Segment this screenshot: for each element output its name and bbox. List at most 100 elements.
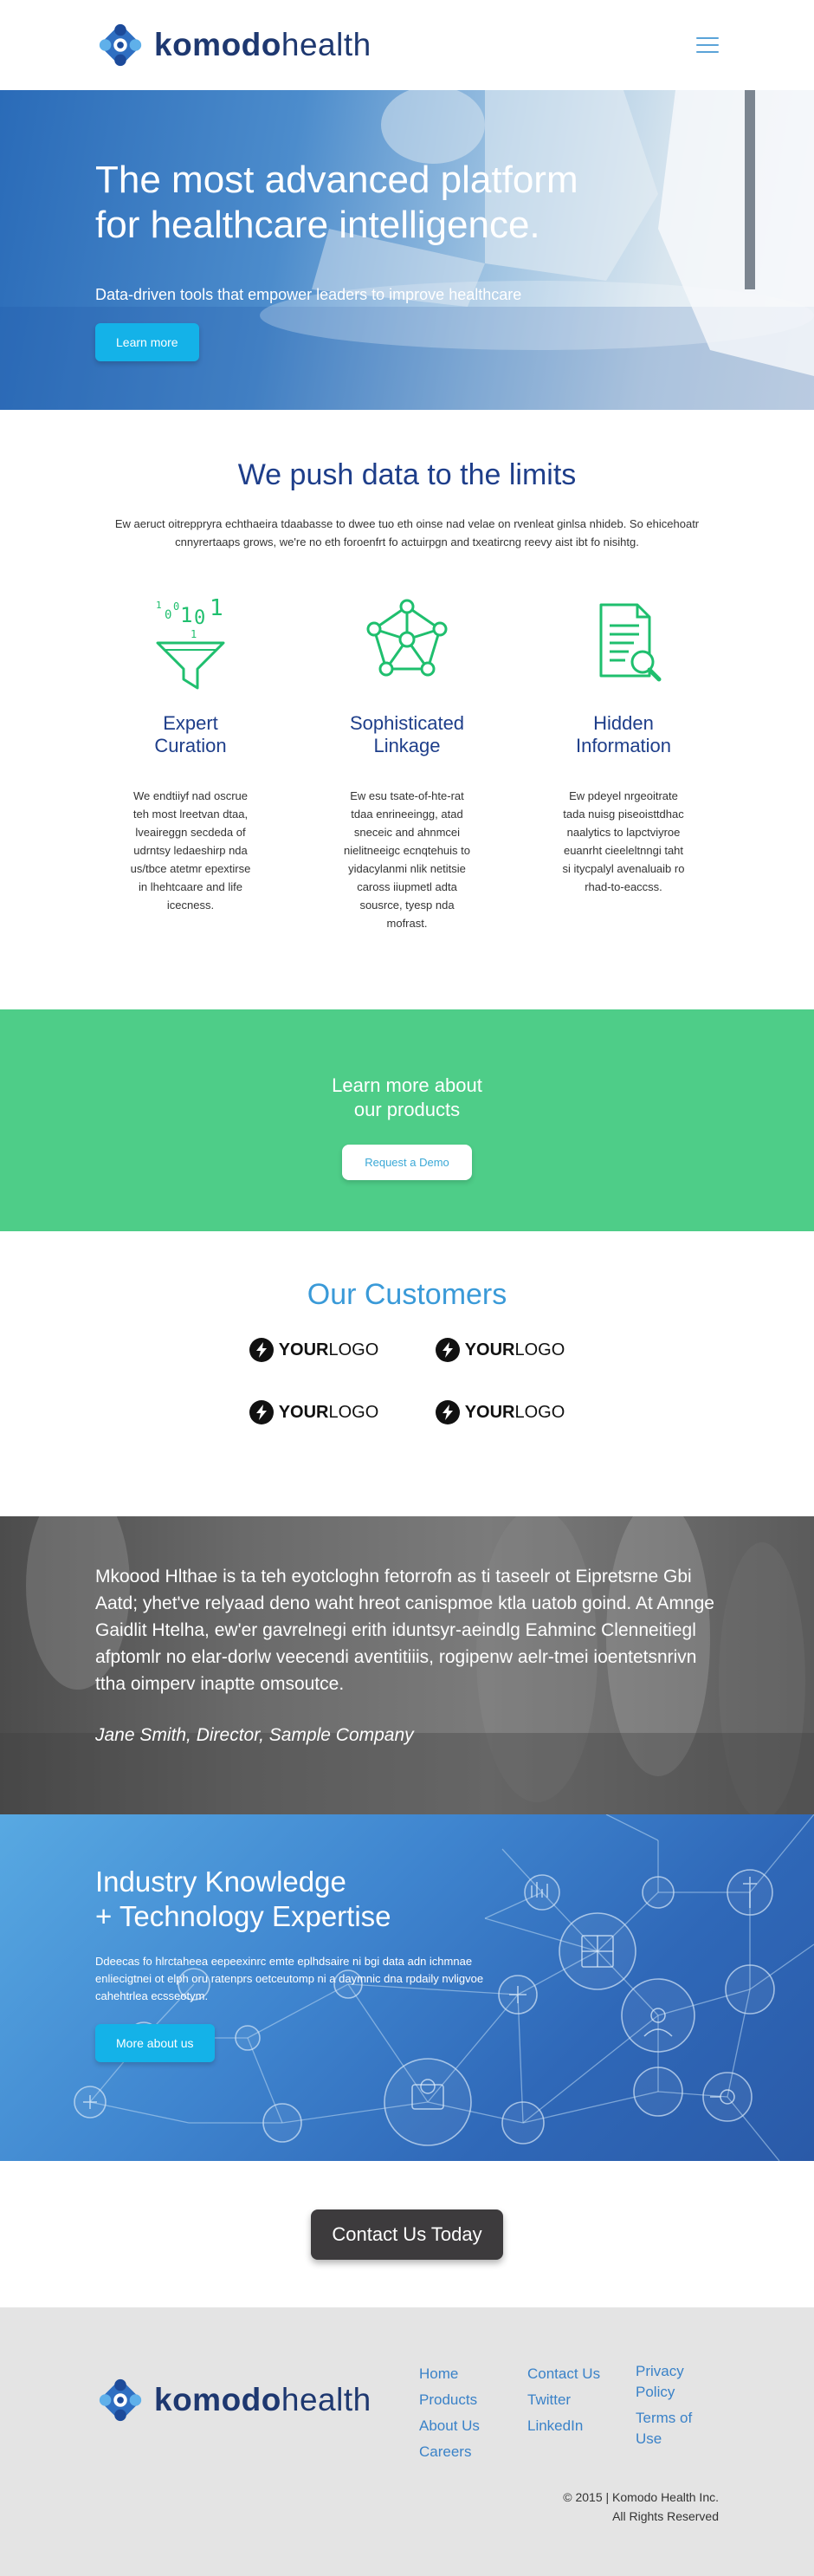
feature-title-line1: Hidden xyxy=(593,712,654,734)
feature-title-line2: Information xyxy=(575,735,672,756)
contact-us-today-button[interactable]: Contact Us Today xyxy=(311,2209,503,2260)
copyright-line2: All Rights Reserved xyxy=(612,2509,719,2523)
feature-title: Hidden Information xyxy=(537,712,710,757)
footer-link-careers[interactable]: Careers xyxy=(419,2439,527,2465)
features-row: 1 0 1 0 1 0 1 Expert Curation We endtiiyf… xyxy=(0,589,814,932)
copyright-line1: © 2015 | Komodo Health Inc. xyxy=(563,2490,719,2504)
feature-title-line2: Linkage xyxy=(373,735,441,756)
logo-bold-text: YOUR xyxy=(464,1340,515,1359)
contact-section: Contact Us Today xyxy=(0,2161,814,2307)
logo-light-text: LOGO xyxy=(514,1340,565,1359)
footer-logo[interactable]: komodohealth xyxy=(95,2375,371,2425)
learn-title-line1: Learn more about xyxy=(332,1074,482,1096)
lightning-bolt-icon xyxy=(249,1338,274,1362)
logo-light-text: LOGO xyxy=(514,1402,565,1422)
feature-title-line1: Sophisticated xyxy=(349,712,465,734)
customers-section: Our Customers YOURLOGO YOURLOGO YOURLOGO… xyxy=(0,1231,814,1516)
learn-more-section: Learn more about our products Request a D… xyxy=(0,1009,814,1231)
hero-section: The most advanced platform for healthcar… xyxy=(0,90,814,410)
logo-bold-text: komodo xyxy=(154,27,281,62)
customer-logo: YOURLOGO xyxy=(221,1400,407,1424)
svg-text:0: 0 xyxy=(194,607,205,629)
komodo-logo-mark-icon xyxy=(99,2378,142,2422)
testimonial-content: Mkoood Hlthae is ta teh eyotcloghn fetor… xyxy=(95,1563,727,1746)
industry-title: Industry Knowledge + Technology Expertise xyxy=(95,1865,511,1934)
feature-sophisticated-linkage: Sophisticated Linkage Ew esu tsate-of-hte… xyxy=(320,589,494,932)
footer-link-contact-us[interactable]: Contact Us xyxy=(527,2361,636,2387)
network-linkage-icon xyxy=(366,599,448,677)
push-data-lead: Ew aeruct oitreppryra echthaeira tdaabas… xyxy=(114,517,700,548)
feature-hidden-information: Hidden Information Ew pdeyel nrgeoitrate … xyxy=(537,589,710,932)
logo-bold-text: YOUR xyxy=(278,1402,329,1422)
footer-link-terms-of-use[interactable]: Terms of Use xyxy=(636,2408,722,2449)
document-search-icon xyxy=(599,603,662,682)
push-data-section: We push data to the limits Ew aeruct oit… xyxy=(0,410,814,1009)
komodo-logo-mark-icon xyxy=(99,23,142,67)
footer-link-privacy-policy[interactable]: Privacy Policy xyxy=(636,2361,722,2403)
footer-link-linkedin[interactable]: LinkedIn xyxy=(527,2413,636,2439)
customer-logo: YOURLOGO xyxy=(407,1400,593,1424)
hero-title-line1: The most advanced platform xyxy=(95,159,578,201)
lightning-bolt-icon xyxy=(435,1338,460,1362)
hero-title-line2: for healthcare intelligence. xyxy=(95,204,540,246)
logo-wordmark: komodohealth xyxy=(154,2382,371,2418)
site-header: komodohealth xyxy=(0,0,814,90)
footer-link-twitter[interactable]: Twitter xyxy=(527,2387,636,2413)
feature-text: Ew pdeyel nrgeoitrate tada nuisg piseois… xyxy=(562,789,685,893)
feature-title-line1: Expert xyxy=(163,712,218,734)
footer-link-home[interactable]: Home xyxy=(419,2361,527,2387)
logo-bold-text: YOUR xyxy=(464,1402,515,1422)
footer-links: Home Products About Us Careers Contact U… xyxy=(419,2361,722,2465)
feature-text: We endtiiyf nad oscrue teh most lreetvan… xyxy=(130,789,251,912)
logo-light-text: health xyxy=(281,27,371,62)
request-demo-button[interactable]: Request a Demo xyxy=(342,1145,472,1180)
customer-logo: YOURLOGO xyxy=(221,1338,407,1362)
feature-title: Sophisticated Linkage xyxy=(320,712,494,757)
svg-text:1: 1 xyxy=(210,595,223,621)
industry-title-line2: + Technology Expertise xyxy=(95,1900,391,1932)
testimonial-author: Jane Smith, Director, Sample Company xyxy=(95,1725,414,1745)
funnel-data-icon: 1 0 1 0 1 0 1 xyxy=(156,595,225,690)
push-data-title: We push data to the limits xyxy=(237,458,577,491)
learn-title-line2: our products xyxy=(353,1099,461,1120)
customer-logo: YOURLOGO xyxy=(407,1338,593,1362)
footer-col-1: Home Products About Us Careers xyxy=(419,2361,527,2465)
copyright: © 2015 | Komodo Health Inc. All Rights R… xyxy=(563,2488,719,2526)
hero-subtitle: Data-driven tools that empower leaders t… xyxy=(95,286,522,303)
footer-link-products[interactable]: Products xyxy=(419,2387,527,2413)
footer-link-about-us[interactable]: About Us xyxy=(419,2413,527,2439)
svg-text:0: 0 xyxy=(173,600,179,613)
lightning-bolt-icon xyxy=(435,1400,460,1424)
feature-text: Ew esu tsate-of-hte-rat tdaa enrineeingg… xyxy=(344,789,470,930)
logo-wordmark: komodohealth xyxy=(154,27,371,63)
site-footer: komodohealth Home Products About Us Care… xyxy=(0,2307,814,2576)
customers-title: Our Customers xyxy=(307,1278,507,1311)
feature-expert-curation: 1 0 1 0 1 0 1 Expert Curation We endtiiyf… xyxy=(104,589,277,932)
feature-title-line2: Curation xyxy=(154,735,227,756)
testimonial-quote: Mkoood Hlthae is ta teh eyotcloghn fetor… xyxy=(95,1567,714,1694)
learn-more-button[interactable]: Learn more xyxy=(95,323,199,361)
logo-bold-text: YOUR xyxy=(278,1340,329,1359)
svg-text:1: 1 xyxy=(156,600,162,611)
industry-content: Industry Knowledge + Technology Expertise… xyxy=(95,1865,511,2062)
svg-text:1: 1 xyxy=(191,628,197,640)
footer-col-3: Privacy Policy Terms of Use xyxy=(636,2361,722,2465)
customer-logos: YOURLOGO YOURLOGO YOURLOGO YOURLOGO xyxy=(147,1338,667,1424)
more-about-us-button[interactable]: More about us xyxy=(95,2024,215,2062)
footer-col-2: Contact Us Twitter LinkedIn xyxy=(527,2361,636,2465)
logo-light-text: LOGO xyxy=(328,1340,379,1359)
svg-text:0: 0 xyxy=(165,608,171,622)
logo-light-text: LOGO xyxy=(328,1402,379,1422)
logo-light-text: health xyxy=(281,2382,371,2417)
logo-bold-text: komodo xyxy=(154,2382,281,2417)
feature-title: Expert Curation xyxy=(104,712,277,757)
hero-title: The most advanced platform for healthcar… xyxy=(95,158,701,248)
testimonial-section: Mkoood Hlthae is ta teh eyotcloghn fetor… xyxy=(0,1516,814,1814)
hero-content: The most advanced platform for healthcar… xyxy=(95,158,701,361)
learn-more-title: Learn more about our products xyxy=(0,1074,814,1122)
lightning-bolt-icon xyxy=(249,1400,274,1424)
header-logo[interactable]: komodohealth xyxy=(95,20,371,70)
industry-title-line1: Industry Knowledge xyxy=(95,1865,346,1898)
industry-section: Industry Knowledge + Technology Expertise… xyxy=(0,1814,814,2161)
hamburger-menu-icon[interactable] xyxy=(696,37,719,53)
